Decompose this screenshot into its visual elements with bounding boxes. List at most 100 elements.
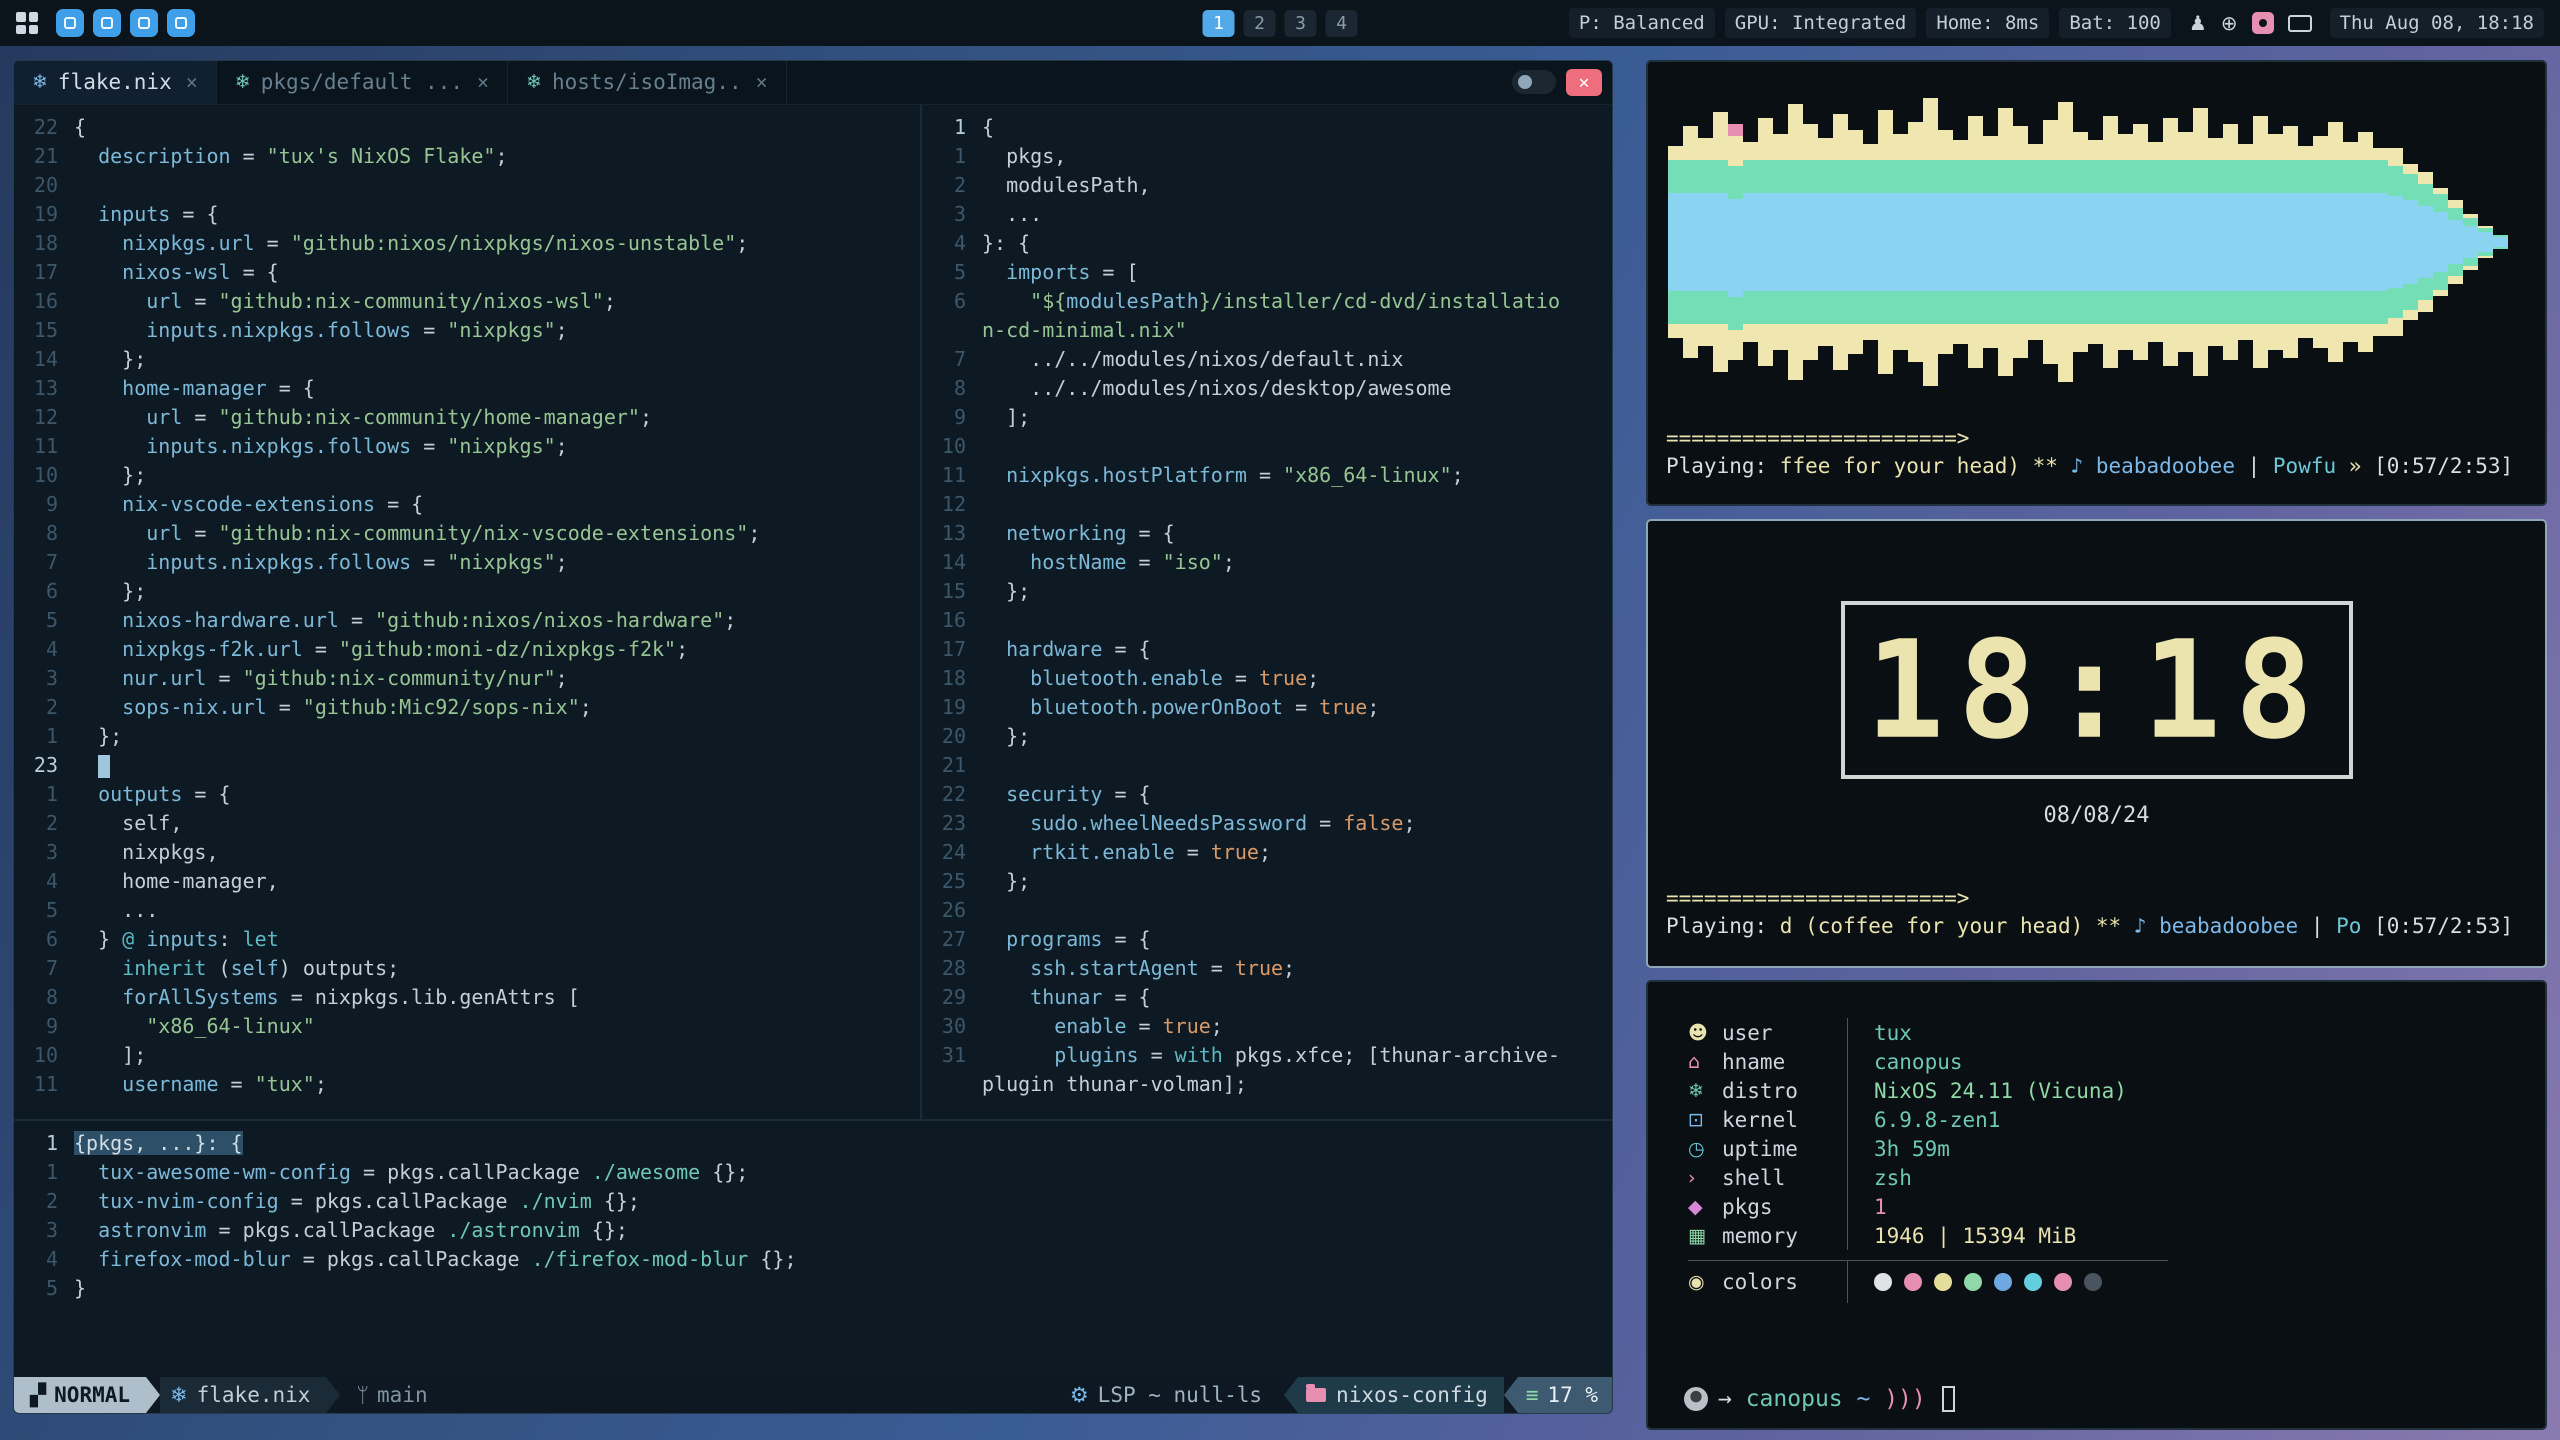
tab-bar: ❄flake.nix×❄pkgs/default ...×❄hosts/isoI… [14,61,1612,105]
tab-flake-nix[interactable]: ❄ flake.nix × [14,61,217,104]
editor-window: ❄flake.nix×❄pkgs/default ...×❄hosts/isoI… [13,60,1613,1414]
code-line: 5 nixos-hardware.url = "github:nixos/nix… [14,606,920,635]
network-icon[interactable]: ⊕ [2221,11,2238,35]
distro-icon: ❄ [1688,1080,1722,1102]
waveform-column [2343,142,2358,342]
line-number: 22 [14,113,74,142]
code-line: 1 outputs = { [14,780,920,809]
tab-close-icon[interactable]: × [186,70,198,94]
line-number: 13 [14,374,74,403]
line-number: 18 [922,664,982,693]
line-number: 2 [922,171,982,200]
line-number: 31 [922,1041,982,1070]
tab-hosts-isoimag-[interactable]: ❄hosts/isoImag..× [508,61,787,104]
tab-label: flake.nix [58,70,172,94]
launcher-icon[interactable] [16,12,38,34]
scroll-progress-segment: ≡ 17 % [1518,1377,1612,1413]
waveform-column [2118,134,2133,350]
tab-close-icon[interactable]: × [756,70,768,94]
waveform-column [2268,134,2283,350]
system-tray: ♟ ⊕ [2189,11,2312,35]
fetch-value: zsh [1848,1166,1912,1190]
waveform-column [1818,138,1833,346]
line-number: 6 [14,577,74,606]
code-pane-pkgs-default[interactable]: 1{pkgs, ...}: {1 tux-awesome-wm-config =… [14,1121,1612,1377]
powerline-separator [146,1377,160,1413]
waveform-column [1938,130,1953,354]
clock-date[interactable]: Thu Aug 08, 18:18 [2330,8,2544,38]
code-line: 9 "x86_64-linux" [14,1012,920,1041]
workspace-tag-3[interactable]: 3 [1285,10,1317,37]
mode-icon: ▞ [30,1383,46,1407]
workspace-tag-2[interactable]: 2 [1244,10,1276,37]
workspace-tag-4[interactable]: 4 [1326,10,1358,37]
app-glyph-icon [175,17,187,29]
line-number: 5 [14,606,74,635]
shell-icon: › [1688,1167,1722,1189]
memory-icon: ▦ [1688,1225,1722,1247]
line-number: 10 [922,432,982,461]
pinned-app-icon-4[interactable] [167,9,195,37]
waveform-column [1713,112,1728,372]
code-line: 8 forAllSystems = nixpkgs.lib.genAttrs [ [14,983,920,1012]
workspace-tags: 1234 [1203,0,1358,46]
line-number: 15 [14,316,74,345]
line-number: 5 [14,1274,74,1303]
line-number: 24 [922,838,982,867]
waveform-column [1683,126,1698,358]
tab-close-icon[interactable]: × [477,70,489,94]
shell-prompt[interactable]: → canopus ~ ))) [1684,1386,1955,1412]
pinned-app-icon-3[interactable] [130,9,158,37]
text-cursor [98,755,110,778]
code-line: 11 username = "tux"; [14,1070,920,1099]
status-item: GPU: Integrated [1725,8,1917,38]
code-line: 23 [14,751,920,780]
theme-toggle-button[interactable] [1512,70,1556,94]
line-number: 17 [14,258,74,287]
now-playing-line: Playing: ffee for your head) ** ♪ beabad… [1648,454,2545,478]
mode-segment: ▞ NORMAL [14,1377,146,1413]
nix-snowflake-icon: ❄ [32,71,48,93]
audio-waveform [1648,68,2545,416]
code-line: 6 } @ inputs: let [14,925,920,954]
display-icon[interactable] [2288,15,2312,32]
pinned-app-icon-2[interactable] [93,9,121,37]
screenshot-icon[interactable] [2252,12,2274,34]
user-indicator-icon[interactable]: ♟ [2189,11,2207,35]
git-branch-segment[interactable]: ᛘ main [356,1383,427,1407]
line-number: 27 [922,925,982,954]
tab-pkgs-default-[interactable]: ❄pkgs/default ...× [217,61,508,104]
window-close-button[interactable]: ✕ [1566,69,1602,96]
line-number [922,1070,982,1099]
line-number: 10 [14,1041,74,1070]
code-pane-iso-image[interactable]: 1{1 pkgs,2 modulesPath,3 ...4}: {5 impor… [922,105,1612,1119]
code-line: 12 url = "github:nix-community/home-mana… [14,403,920,432]
code-line: 2 tux-nvim-config = pkgs.callPackage ./n… [14,1187,1612,1216]
line-number: 26 [922,896,982,925]
code-line: 4}: { [922,229,1612,258]
workspace-tag-1[interactable]: 1 [1203,10,1235,37]
raccoon-icon [1684,1387,1708,1411]
code-line: 17 hardware = { [922,635,1612,664]
pinned-app-icon-1[interactable] [56,9,84,37]
line-number: 21 [922,751,982,780]
code-line: 18 nixpkgs.url = "github:nixos/nixpkgs/n… [14,229,920,258]
code-line: 21 description = "tux's NixOS Flake"; [14,142,920,171]
status-item: P: Balanced [1569,8,1715,38]
terminal-color-dot [2054,1273,2072,1291]
code-line: 5} [14,1274,1612,1303]
code-line: 26 [922,896,1612,925]
waveform-column [2193,108,2208,376]
code-line: 6 }; [14,577,920,606]
line-number: 6 [14,925,74,954]
branch-label: main [377,1383,428,1407]
file-segment[interactable]: ❄ flake.nix [160,1377,326,1413]
waveform-column [1953,140,1968,344]
code-line: 10 }; [14,461,920,490]
waveform-column [1983,136,1998,348]
code-pane-flake-nix[interactable]: 22{21 description = "tux's NixOS Flake";… [14,105,920,1119]
line-number: 25 [922,867,982,896]
waveform-column [2388,148,2403,336]
project-segment[interactable]: nixos-config [1298,1377,1504,1413]
waveform-column [1833,114,1848,370]
